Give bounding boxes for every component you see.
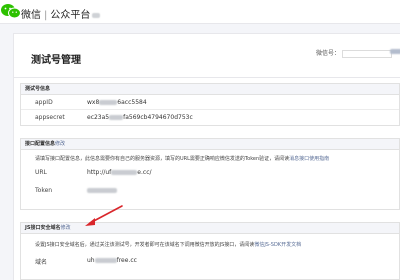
js-domain-title: JS接口安全域名 (25, 225, 61, 231)
domain-value-end: free.cc (116, 257, 137, 264)
appsecret-label: appsecret (35, 114, 65, 121)
interface-config-section: 接口配置信息修改 请填写接口配置信息，此信息需要你有自己的服务器资源，填写的UR… (20, 138, 400, 210)
url-value[interactable]: http://uf e.cc/ (87, 169, 152, 176)
appid-value[interactable]: wx8 6acc5584 (87, 95, 147, 110)
brand-separator: | (44, 10, 48, 21)
appid-value-start: wx8 (87, 99, 100, 106)
brand-suffix: 公众平台 (50, 10, 91, 21)
brand-title[interactable]: 微信 | 公众平台 (21, 6, 101, 21)
page-title: 测试号管理 (31, 55, 81, 66)
appid-value-end: 6acc5584 (117, 99, 147, 106)
account-action-link[interactable] (390, 48, 400, 55)
domain-field: 域名 uh free.cc (21, 249, 399, 269)
top-bar: 微信 | 公众平台 (0, 0, 400, 24)
test-info-section: 测试号信息 appID wx8 6acc5584 appsecret ec23a5… (20, 83, 400, 126)
js-domain-section: JS接口安全域名修改 设置JS接口安全域名后，通过关注该测试号，开发者即可在该域… (20, 222, 400, 280)
interface-config-text: 请填写接口配置信息，此信息需要你有自己的服务器资源，填写的URL需要正确响应微信… (35, 156, 290, 162)
appid-label: appID (35, 99, 53, 106)
account-info: 微信号： (316, 48, 393, 58)
interface-config-edit-link[interactable]: 修改 (55, 141, 65, 147)
appsecret-value-start: ec23a5 (87, 114, 110, 121)
message-guide-link[interactable]: 消息接口使用指南 (289, 156, 329, 162)
js-domain-text: 设置JS接口安全域名后，通过关注该测试号，开发者即可在该域名下调用微信开放的JS… (35, 242, 255, 248)
url-value-end: e.cc/ (137, 169, 152, 176)
interface-config-title: 接口配置信息 (25, 141, 56, 147)
brand-redacted (92, 12, 101, 18)
appsecret-value[interactable]: ec23a5 fa569cb4794670d753c (87, 110, 193, 125)
appsecret-row: appsecret ec23a5 fa569cb4794670d753c (21, 110, 399, 125)
token-field: Token (21, 181, 399, 199)
url-redacted (111, 170, 138, 175)
token-value[interactable] (87, 187, 117, 194)
domain-value[interactable]: uh free.cc (87, 257, 137, 264)
jssdk-doc-link[interactable]: 微信JS-SDK开发文档 (254, 242, 301, 248)
account-action-redacted (390, 49, 400, 54)
token-redacted (87, 188, 117, 193)
domain-redacted (94, 258, 117, 263)
appid-row: appID wx8 6acc5584 (21, 95, 399, 110)
appsecret-value-end: fa569cb4794670d753c (123, 114, 193, 121)
token-label: Token (35, 187, 53, 194)
appid-redacted (99, 100, 118, 105)
domain-label: 域名 (35, 259, 48, 266)
domain-value-start: uh (87, 257, 95, 264)
panel-header: 测试号管理 微信号： (14, 34, 400, 78)
js-domain-description: 设置JS接口安全域名后，通过关注该测试号，开发者即可在该域名下调用微信开放的JS… (21, 234, 399, 249)
url-field: URL http://uf e.cc/ (21, 163, 399, 181)
url-value-start: http://uf (87, 169, 112, 176)
url-label: URL (35, 169, 47, 176)
js-domain-heading: JS接口安全域名修改 (21, 223, 399, 234)
interface-config-heading: 接口配置信息修改 (21, 139, 399, 150)
brand-prefix: 微信 (21, 10, 41, 21)
appsecret-redacted (109, 115, 124, 120)
js-domain-edit-link[interactable]: 修改 (60, 225, 70, 231)
test-info-heading: 测试号信息 (21, 84, 399, 95)
account-label: 微信号： (316, 50, 341, 57)
account-value-redacted (342, 49, 393, 58)
interface-config-description: 请填写接口配置信息，此信息需要你有自己的服务器资源，填写的URL需要正确响应微信… (21, 150, 399, 163)
wechat-logo-icon[interactable] (0, 3, 22, 19)
